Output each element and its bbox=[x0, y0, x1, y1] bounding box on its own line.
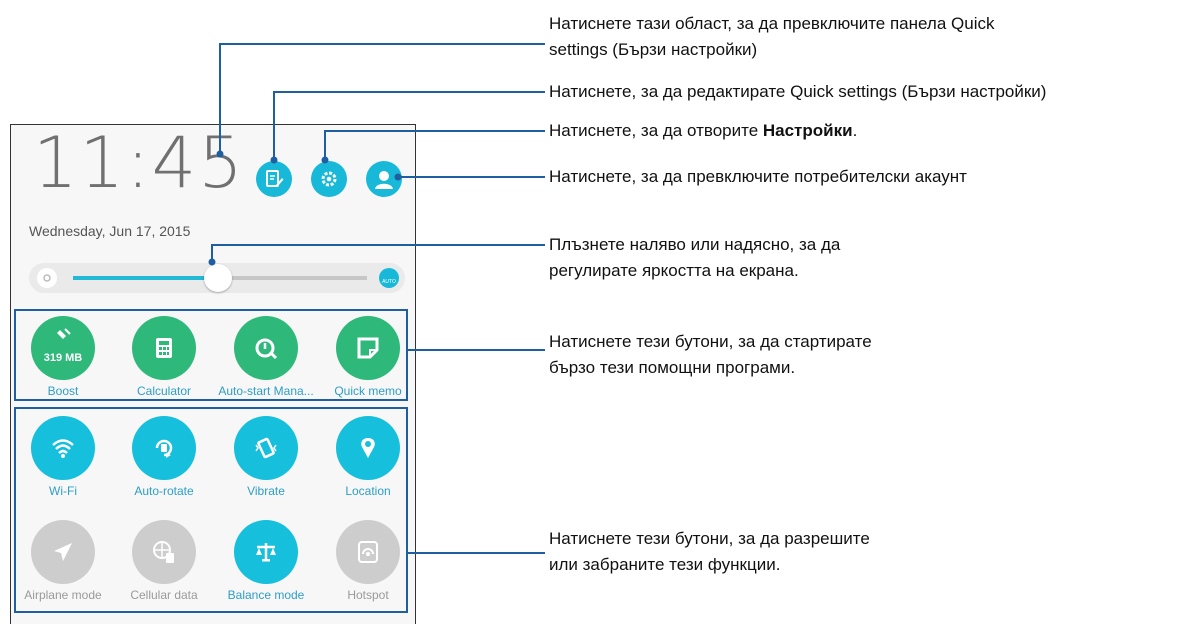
callout-toggle-panel-line2: settings (Бързи настройки) bbox=[549, 40, 758, 59]
callout-settings-bold: Настройки bbox=[762, 121, 853, 140]
callout-utilities-line1: Натиснете тези бутони, за да стартирате bbox=[549, 332, 872, 351]
callout-toggle-panel: Натиснете тази област, за да превключите… bbox=[549, 11, 994, 63]
callout-open-settings: Натиснете, за да отворите Настройки. bbox=[549, 118, 857, 144]
callout-toggles: Натиснете тези бутони, за да разрешите и… bbox=[549, 526, 870, 578]
callout-edit-quick-settings: Натиснете, за да редактирате Quick setti… bbox=[549, 82, 1047, 101]
callout-toggles-line1: Натиснете тези бутони, за да разрешите bbox=[549, 529, 870, 548]
callout-open-settings-prefix: Натиснете, за да отворите bbox=[549, 121, 763, 140]
callout-open-settings-suffix: . bbox=[852, 121, 858, 140]
callout-switch-account: Натиснете, за да превключите потребителс… bbox=[549, 167, 967, 186]
callout-utilities: Натиснете тези бутони, за да стартирате … bbox=[549, 329, 872, 381]
callout-toggles-line2: или забраните тези функции. bbox=[549, 555, 781, 574]
callout-brightness-line2: регулирате яркостта на екрана. bbox=[549, 261, 799, 280]
callout-brightness-line1: Плъзнете наляво или надясно, за да bbox=[549, 235, 841, 254]
callout-toggle-panel-line1: Натиснете тази област, за да превключите… bbox=[549, 14, 995, 33]
callout-utilities-line2: бързо тези помощни програми. bbox=[549, 358, 796, 377]
callout-brightness: Плъзнете наляво или надясно, за да регул… bbox=[549, 232, 840, 284]
